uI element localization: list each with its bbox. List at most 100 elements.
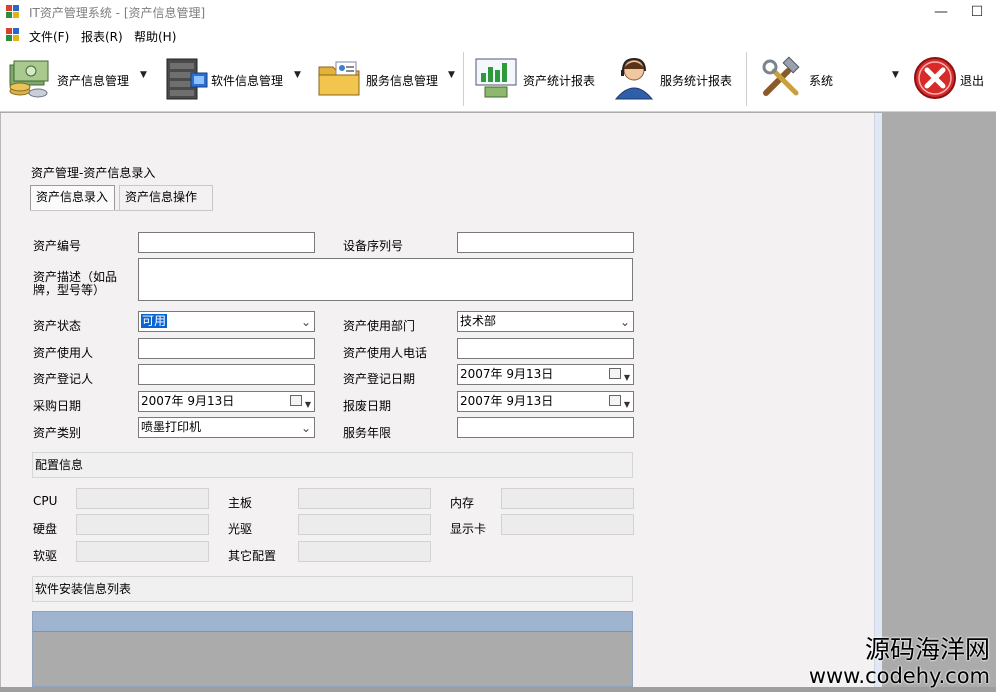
status-select-value: 可用 — [141, 314, 168, 328]
menu-help[interactable]: 帮助(H) — [134, 28, 176, 45]
toolbar-software-management[interactable]: 软件信息管理 ▼ — [157, 46, 307, 112]
chevron-down-icon[interactable]: ▼ — [624, 368, 630, 384]
other-config-label: 其它配置 — [228, 549, 277, 563]
register-date-picker[interactable]: 2007年 9月13日 ▼ — [457, 364, 634, 385]
hdd-label: 硬盘 — [33, 522, 58, 536]
other-config-input — [298, 541, 431, 562]
service-years-label: 服务年限 — [343, 426, 392, 440]
hdd-input — [76, 514, 209, 535]
scrap-date-picker[interactable]: 2007年 9月13日 ▼ — [457, 391, 634, 412]
tab-asset-operation[interactable]: 资产信息操作 — [119, 185, 213, 210]
status-select[interactable]: 可用 ⌄ — [138, 311, 315, 332]
watermark-line1: 源码海洋网 — [864, 635, 990, 664]
toolbar-separator — [463, 52, 464, 106]
tab-strip-border — [30, 210, 213, 211]
chevron-down-icon[interactable]: ▼ — [892, 70, 899, 80]
software-group-header: 软件安装信息列表 — [32, 576, 633, 602]
toolbar-service-management-label: 服务信息管理 — [366, 74, 439, 88]
floppy-input — [76, 541, 209, 562]
floppy-label: 软驱 — [33, 549, 58, 563]
purchase-date-picker[interactable]: 2007年 9月13日 ▼ — [138, 391, 315, 412]
software-grid[interactable] — [32, 611, 633, 687]
main-toolbar: 资产信息管理 ▼ 软件信息管理 ▼ 服务信息管理 ▼ 资产统计报表 服务统计报表… — [0, 46, 996, 112]
scrap-date-label: 报废日期 — [343, 399, 392, 413]
server-rack-icon — [166, 58, 208, 100]
toolbar-service-management[interactable]: 服务信息管理 ▼ — [310, 46, 462, 112]
toolbar-separator — [746, 52, 747, 106]
description-textarea[interactable] — [138, 258, 633, 301]
purchase-date-value: 2007年 9月13日 — [141, 394, 235, 408]
tools-icon — [762, 56, 800, 96]
calendar-icon[interactable] — [609, 368, 621, 379]
toolbar-asset-report-label: 资产统计报表 — [523, 74, 596, 88]
toolbar-system-label: 系统 — [809, 74, 834, 88]
chevron-down-icon[interactable]: ⌄ — [620, 313, 630, 331]
gpu-input — [501, 514, 634, 535]
register-date-label: 资产登记日期 — [343, 372, 416, 386]
toolbar-service-report-label: 服务统计报表 — [660, 74, 733, 88]
config-group-header: 配置信息 — [32, 452, 633, 478]
registrar-input[interactable] — [138, 364, 315, 385]
memory-input — [501, 488, 634, 509]
chevron-down-icon[interactable]: ▼ — [448, 70, 455, 80]
chevron-down-icon[interactable]: ▼ — [305, 395, 311, 411]
tab-asset-entry[interactable]: 资产信息录入 — [30, 185, 115, 210]
category-label: 资产类别 — [33, 426, 82, 440]
app-icon — [6, 5, 20, 19]
calendar-icon[interactable] — [290, 395, 302, 406]
chevron-down-icon[interactable]: ⌄ — [301, 313, 311, 331]
chevron-down-icon[interactable]: ⌄ — [301, 419, 311, 437]
software-grid-header — [33, 612, 632, 632]
toolbar-asset-management-label: 资产信息管理 — [57, 74, 130, 88]
mdi-child-icon[interactable] — [6, 28, 20, 42]
toolbar-asset-management[interactable]: 资产信息管理 ▼ — [0, 46, 155, 112]
breadcrumb: 资产管理-资产信息录入 — [31, 166, 156, 180]
cpu-input — [76, 488, 209, 509]
vertical-scrollbar[interactable] — [874, 113, 882, 687]
cpu-label: CPU — [33, 494, 58, 508]
motherboard-input — [298, 488, 431, 509]
memory-label: 内存 — [450, 496, 475, 510]
toolbar-system[interactable]: 系统 ▼ — [752, 46, 906, 112]
asset-id-input[interactable] — [138, 232, 315, 253]
toolbar-asset-report[interactable]: 资产统计报表 — [467, 46, 602, 112]
category-select-value: 喷墨打印机 — [141, 420, 202, 434]
serial-no-label: 设备序列号 — [343, 239, 404, 253]
description-label: 资产描述（如品牌，型号等） — [33, 270, 118, 297]
category-select[interactable]: 喷墨打印机 ⌄ — [138, 417, 315, 438]
window-title: IT资产管理系统 - [资产信息管理] — [29, 6, 206, 20]
service-years-input[interactable] — [457, 417, 634, 438]
chevron-down-icon[interactable]: ▼ — [140, 70, 147, 80]
purchase-date-label: 采购日期 — [33, 399, 82, 413]
calendar-icon[interactable] — [609, 395, 621, 406]
minimize-button[interactable]: — — [930, 2, 952, 22]
menu-report[interactable]: 报表(R) — [81, 28, 123, 45]
bar-chart-board-icon — [475, 58, 517, 98]
toolbar-exit-label: 退出 — [960, 74, 985, 88]
department-select[interactable]: 技术部 ⌄ — [457, 311, 634, 332]
user-input[interactable] — [138, 338, 315, 359]
chevron-down-icon[interactable]: ▼ — [294, 70, 301, 80]
toolbar-exit[interactable]: 退出 — [906, 46, 994, 112]
asset-id-label: 资产编号 — [33, 239, 82, 253]
watermark: 源码海洋网 www.codehy.com — [808, 635, 990, 689]
toolbar-software-management-label: 软件信息管理 — [211, 74, 284, 88]
user-label: 资产使用人 — [33, 346, 94, 360]
menu-file[interactable]: 文件(F) — [29, 28, 69, 45]
registrar-label: 资产登记人 — [33, 372, 94, 386]
user-phone-label: 资产使用人电话 — [343, 346, 428, 360]
chevron-down-icon[interactable]: ▼ — [624, 395, 630, 411]
exit-icon — [914, 57, 956, 99]
maximize-button[interactable]: ☐ — [966, 2, 988, 22]
register-date-value: 2007年 9月13日 — [460, 367, 554, 381]
support-agent-icon — [614, 57, 654, 100]
menu-bar: 文件(F) 报表(R) 帮助(H) — [0, 24, 996, 46]
title-bar: IT资产管理系统 - [资产信息管理] — ☐ — [0, 0, 996, 24]
watermark-line2: www.codehy.com — [808, 664, 990, 688]
status-label: 资产状态 — [33, 319, 82, 333]
toolbar-service-report[interactable]: 服务统计报表 — [605, 46, 743, 112]
optical-input — [298, 514, 431, 535]
user-phone-input[interactable] — [457, 338, 634, 359]
serial-no-input[interactable] — [457, 232, 634, 253]
department-label: 资产使用部门 — [343, 319, 416, 333]
